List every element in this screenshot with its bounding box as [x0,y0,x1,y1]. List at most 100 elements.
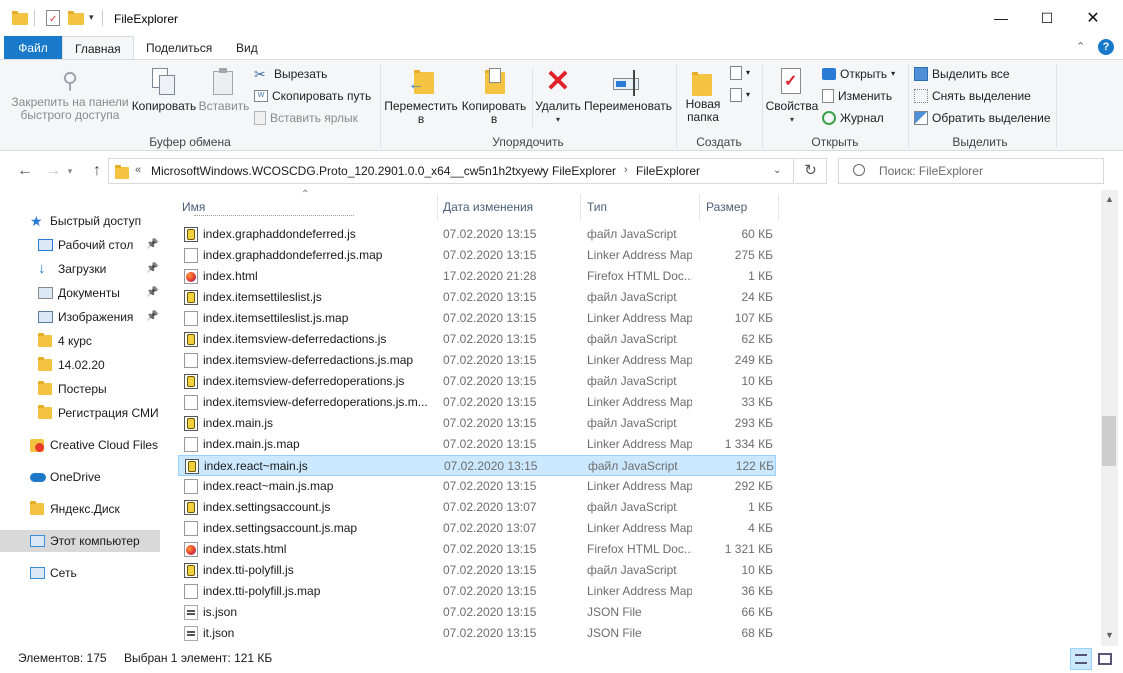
file-size: 1 321 КБ [724,542,773,556]
file-row[interactable]: is.json 07.02.2020 13:15 JSON File 66 КБ [178,602,776,623]
select-none-button[interactable]: Снять выделение [914,86,1031,106]
address-dropdown-icon[interactable]: ⌄ [773,165,781,176]
file-row[interactable]: index.itemsview-deferredactions.js 07.02.… [178,329,776,350]
nav-item[interactable]: Creative Cloud Files [0,434,160,456]
properties-qat-icon[interactable]: ✓ [46,10,60,26]
file-row[interactable]: index.html 17.02.2020 21:28 Firefox HTML D… [178,266,776,287]
nav-item[interactable]: Постеры [0,378,160,400]
back-button[interactable]: ← [14,160,36,182]
file-row[interactable]: index.tti-polyfill.js.map 07.02.2020 13:1… [178,581,776,602]
overflow-chevron-icon[interactable]: « [135,164,141,176]
search-input[interactable]: Поиск: FileExplorer [838,158,1104,184]
file-size: 107 КБ [734,311,773,325]
file-name: index.settingsaccount.js.map [203,521,358,535]
breadcrumb-segment[interactable]: MicrosoftWindows.WCOSCDG.Proto_120.2901.… [151,164,549,178]
minimize-button[interactable]: — [978,0,1024,36]
file-row[interactable]: index.graphaddondeferred.js 07.02.2020 13… [178,224,776,245]
file-row[interactable]: index.react~main.js.map 07.02.2020 13:15 L… [178,476,776,497]
nav-item[interactable]: ↓ Загрузки 📌 [0,258,160,280]
column-header-size[interactable]: Размер [700,196,778,218]
column-separator[interactable] [778,194,779,220]
tiles-view-button[interactable] [1094,648,1116,670]
pin-icon: 📌 [146,239,159,250]
paste-button[interactable]: Вставить [198,64,250,130]
recent-locations-button[interactable]: ▾ [64,160,76,182]
collapse-ribbon-icon[interactable]: ⌃ [1076,40,1085,53]
file-row[interactable]: index.stats.html 07.02.2020 13:15 Firefox … [178,539,776,560]
up-button[interactable]: ↑ [86,160,108,182]
address-bar[interactable]: « MicrosoftWindows.WCOSCDG.Proto_120.290… [108,158,794,184]
details-view-button[interactable] [1070,648,1092,670]
new-folder-button[interactable]: Новая папка [680,64,726,130]
new-item-button[interactable]: ▾ [730,66,752,84]
breadcrumb-arrow-icon[interactable]: › [624,164,628,176]
breadcrumb-arrow-icon[interactable]: › [540,164,544,176]
file-row[interactable]: index.itemsettileslist.js.map 07.02.2020 … [178,308,776,329]
nav-item[interactable]: 4 курс [0,330,160,352]
move-to-button[interactable]: ← Переместить в [384,64,458,130]
copy-button[interactable]: Копировать [130,64,198,130]
tab-share[interactable]: Поделиться [134,36,224,60]
close-button[interactable]: ✕ [1070,0,1116,36]
nav-item[interactable]: Этот компьютер [0,530,160,552]
help-icon[interactable]: ? [1098,39,1114,55]
scroll-down-icon[interactable]: ▼ [1105,630,1114,640]
scrollbar-thumb[interactable] [1102,416,1116,466]
tab-home[interactable]: Главная [62,36,134,60]
file-row[interactable]: index.settingsaccount.js 07.02.2020 13:07… [178,497,776,518]
rename-button[interactable]: Переименовать [582,64,674,130]
breadcrumb-segment[interactable]: FileExplorer [552,164,616,178]
file-row[interactable]: index.itemsview-deferredoperations.js.m.… [178,392,776,413]
paste-shortcut-button[interactable]: Вставить ярлык [254,108,358,128]
new-folder-qat-icon[interactable] [68,11,84,25]
navigation-pane: ★ Быстрый доступ Рабочий стол 📌 ↓ Загрузки 📌 До… [0,190,164,646]
select-all-button[interactable]: Выделить все [914,64,1010,84]
pin-quick-access-button[interactable]: ⚲ Закрепить на панели быстрого доступа [8,64,132,130]
file-row[interactable]: index.settingsaccount.js.map 07.02.2020 1… [178,518,776,539]
file-row[interactable]: index.itemsettileslist.js 07.02.2020 13:1… [178,287,776,308]
file-row[interactable]: index.itemsview-deferredoperations.js 07.… [178,371,776,392]
invert-selection-button[interactable]: Обратить выделение [914,108,1051,128]
group-separator [532,68,533,128]
properties-button[interactable]: ✓ Свойства ▾ [764,64,820,130]
file-row[interactable]: index.main.js 07.02.2020 13:15 файл JavaSc… [178,413,776,434]
file-row[interactable]: index.main.js.map 07.02.2020 13:15 Linker … [178,434,776,455]
tab-view[interactable]: Вид [224,36,270,60]
nav-item[interactable]: OneDrive [0,466,160,488]
cut-button[interactable]: ✂ Вырезать [254,64,327,84]
easy-access-button[interactable]: ▾ [730,88,752,106]
copy-to-button[interactable]: Копировать в [458,64,530,130]
folder-icon [38,381,52,395]
edit-button[interactable]: Изменить [822,86,892,106]
delete-button[interactable]: ✕ Удалить ▾ [534,64,582,130]
file-row[interactable]: index.itemsview-deferredactions.js.map 07… [178,350,776,371]
scroll-up-icon[interactable]: ▲ [1105,194,1114,204]
column-header-date[interactable]: Дата изменения [437,196,581,218]
nav-item[interactable]: 14.02.20 [0,354,160,376]
nav-item[interactable]: Регистрация СМИ [0,402,160,424]
tab-file[interactable]: Файл [4,36,62,60]
file-row[interactable]: it.json 07.02.2020 13:15 JSON File 68 КБ [178,623,776,644]
file-row[interactable]: index.react~main.js 07.02.2020 13:15 файл … [178,455,776,476]
nav-item[interactable]: Яндекс.Диск [0,498,160,520]
file-date: 07.02.2020 13:15 [444,459,538,473]
copy-path-button[interactable]: W Скопировать путь [254,86,371,106]
nav-item[interactable]: ★ Быстрый доступ [0,210,160,232]
file-name: index.react~main.js [204,459,308,473]
file-name: index.itemsview-deferredactions.js.map [203,353,414,367]
file-row[interactable]: index.graphaddondeferred.js.map 07.02.202… [178,245,776,266]
history-button[interactable]: Журнал [822,108,884,128]
column-header-type[interactable]: Тип [581,196,699,218]
maximize-button[interactable]: ☐ [1024,0,1070,36]
nav-item[interactable]: Рабочий стол 📌 [0,234,160,256]
open-button[interactable]: Открыть ▾ [822,64,895,84]
breadcrumb-segment[interactable]: FileExplorer [636,164,700,178]
nav-item[interactable]: Документы 📌 [0,282,160,304]
nav-item[interactable]: Сеть [0,562,160,584]
window-title: FileExplorer [114,12,179,26]
nav-item[interactable]: Изображения 📌 [0,306,160,328]
qat-dropdown-icon[interactable]: ▾ [89,12,94,23]
file-row[interactable]: index.tti-polyfill.js 07.02.2020 13:15 фай… [178,560,776,581]
forward-button[interactable]: → [42,160,64,182]
refresh-button[interactable]: ↻ [795,158,827,184]
